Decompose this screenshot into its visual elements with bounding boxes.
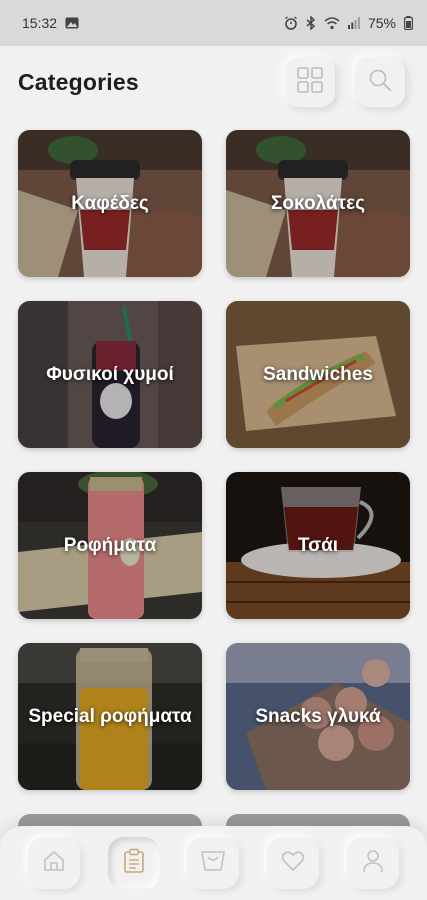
category-card-tea[interactable]: Τσάι <box>226 472 410 619</box>
category-label: Τσάι <box>297 534 339 556</box>
category-card-sandwiches[interactable]: Sandwiches <box>226 301 410 448</box>
category-label: Special ροφήματα <box>28 705 192 727</box>
app-header: Categories <box>0 46 427 118</box>
nav-home-button[interactable] <box>27 837 80 889</box>
category-label: Καφέδες <box>71 192 149 214</box>
category-label: Sandwiches <box>263 363 373 385</box>
status-bar: 15:32 75% <box>0 0 427 46</box>
nav-profile-button[interactable] <box>347 837 400 889</box>
signal-icon <box>347 17 360 29</box>
category-card-special-beverages[interactable]: Special ροφήματα <box>18 643 202 790</box>
category-card-sweet-snacks[interactable]: Snacks γλυκά <box>226 643 410 790</box>
cart-icon <box>200 849 226 878</box>
nav-favorites-button[interactable] <box>267 837 320 889</box>
category-grid: Καφέδες Σοκολάτες Φυσικοί χυμοί Sandwich… <box>18 130 410 790</box>
category-card-juices[interactable]: Φυσικοί χυμοί <box>18 301 202 448</box>
search-button[interactable] <box>355 57 405 107</box>
bottom-navigation <box>0 826 427 900</box>
category-card-chocolates[interactable]: Σοκολάτες <box>226 130 410 277</box>
nav-menu-button[interactable] <box>107 837 160 889</box>
home-icon <box>42 849 66 878</box>
grid-view-icon <box>297 66 323 98</box>
battery-level: 75% <box>367 15 396 31</box>
category-label: Ροφήματα <box>63 534 157 556</box>
status-time: 15:32 <box>22 15 58 31</box>
image-icon <box>65 17 79 29</box>
nav-cart-button[interactable] <box>187 837 240 889</box>
favorites-icon <box>281 850 305 877</box>
bluetooth-icon <box>306 16 316 30</box>
page-title: Categories <box>18 68 139 95</box>
menu-icon <box>122 848 146 879</box>
category-card-beverages[interactable]: Ροφήματα <box>18 472 202 619</box>
profile-icon <box>362 849 384 878</box>
grid-view-button[interactable] <box>285 57 335 107</box>
category-card-coffee[interactable]: Καφέδες <box>18 130 202 277</box>
category-label: Σοκολάτες <box>271 192 365 214</box>
battery-icon <box>404 16 413 30</box>
search-icon <box>368 68 392 97</box>
alarm-icon <box>284 16 298 30</box>
category-label: Φυσικοί χυμοί <box>46 363 174 385</box>
wifi-icon <box>324 16 340 30</box>
category-label: Snacks γλυκά <box>255 705 381 727</box>
header-actions <box>285 57 405 107</box>
